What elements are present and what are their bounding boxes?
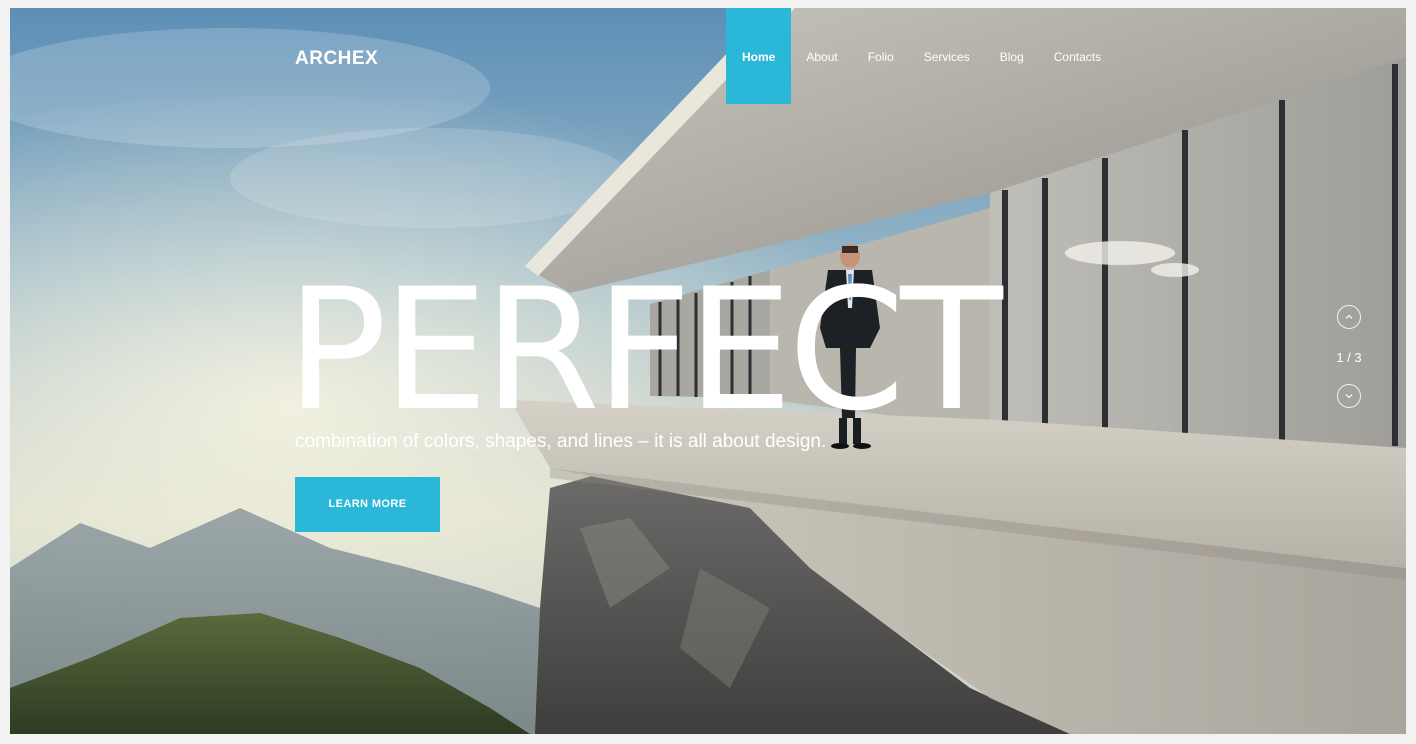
nav-item-services[interactable]: Services xyxy=(909,8,985,104)
slide-prev-button[interactable] xyxy=(1337,305,1361,329)
slide-counter: 1 / 3 xyxy=(1336,350,1362,365)
slide-next-button[interactable] xyxy=(1337,384,1361,408)
nav-item-home[interactable]: Home xyxy=(726,8,792,104)
hero-headline: PERFECT xyxy=(286,252,1003,448)
nav-item-blog[interactable]: Blog xyxy=(985,8,1039,104)
nav-item-folio[interactable]: Folio xyxy=(853,8,909,104)
main-nav: Home About Folio Services Blog Contacts xyxy=(726,8,1116,104)
brand-logo[interactable]: ARCHEX xyxy=(295,48,378,70)
hero-tagline: combination of colors, shapes, and lines… xyxy=(295,431,827,452)
nav-item-contacts[interactable]: Contacts xyxy=(1039,8,1116,104)
hero-section: ARCHEX Home About Folio Services Blog Co… xyxy=(10,8,1406,734)
learn-more-button[interactable]: LEARN MORE xyxy=(295,477,440,532)
nav-item-about[interactable]: About xyxy=(791,8,852,104)
page-frame: ARCHEX Home About Folio Services Blog Co… xyxy=(0,0,1416,744)
